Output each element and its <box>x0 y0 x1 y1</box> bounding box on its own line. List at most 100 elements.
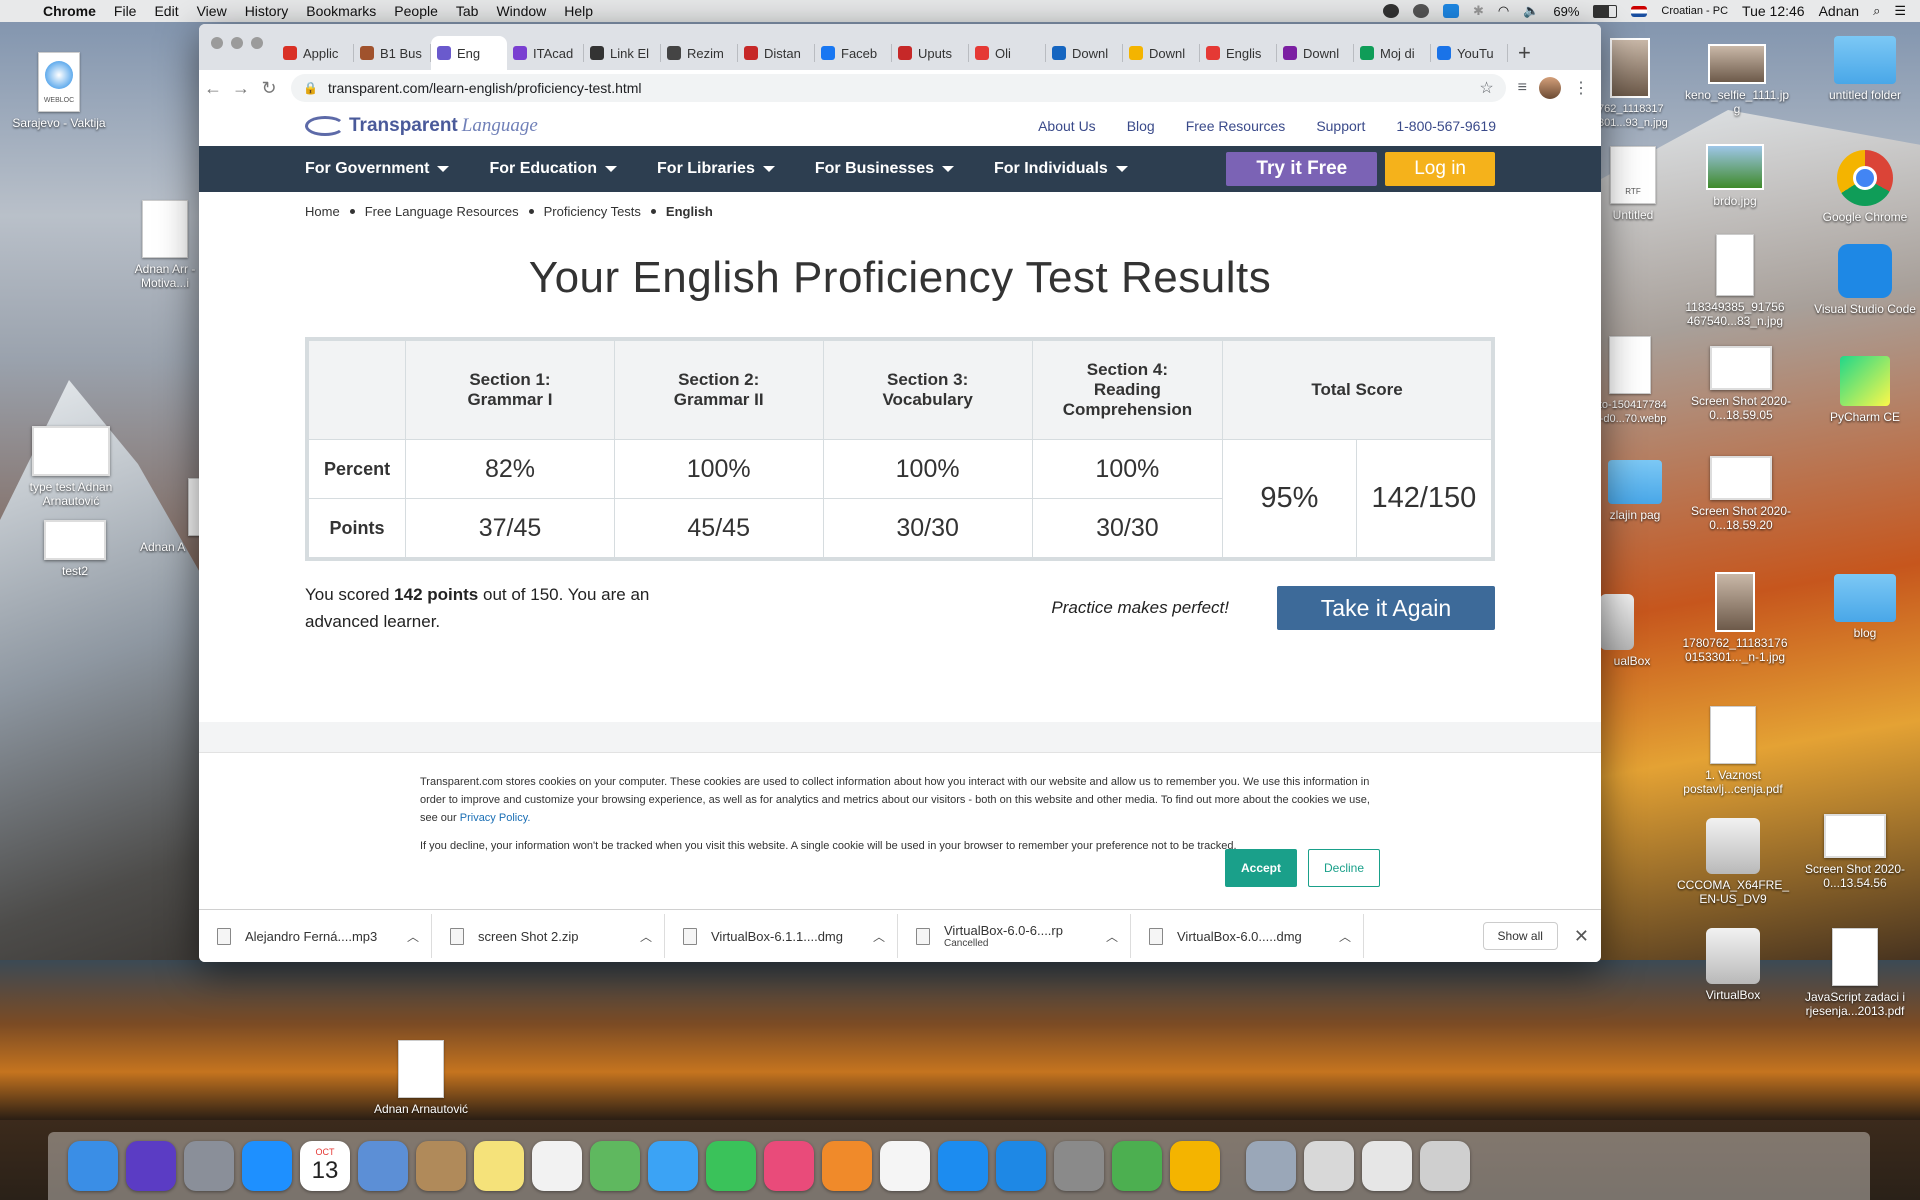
dock-preview-icon[interactable] <box>358 1141 408 1191</box>
dock-itunes-icon[interactable] <box>764 1141 814 1191</box>
media-controls-icon[interactable]: ≡ <box>1518 79 1527 97</box>
spotlight-icon[interactable]: ⌕ <box>1873 3 1880 19</box>
tab-12[interactable]: Englis <box>1200 44 1277 62</box>
show-all-downloads-button[interactable]: Show all <box>1482 922 1558 950</box>
wifi-icon[interactable]: ◠ <box>1498 3 1509 19</box>
menu-edit[interactable]: Edit <box>145 3 187 19</box>
tab-0[interactable]: Applic <box>277 44 354 62</box>
nav-for-government[interactable]: For Government <box>305 160 450 178</box>
tab-4[interactable]: Link El <box>584 44 661 62</box>
dock-screen-shots-icon[interactable] <box>1362 1141 1412 1191</box>
tab-3[interactable]: ITAcad <box>507 44 584 62</box>
tab-15[interactable]: YouTu <box>1431 44 1508 62</box>
desktop-icon-cccoma[interactable]: CCCOMA_X64FRE_ EN-US_DV9 <box>1668 818 1798 906</box>
desktop-icon-adnan-a[interactable]: Adnan A <box>140 478 204 554</box>
try-it-free-button[interactable]: Try it Free <box>1226 152 1378 186</box>
desktop-icon-javascript-pdf[interactable]: JavaScript zadaci i rjesenja...2013.pdf <box>1790 928 1920 1018</box>
menu-window[interactable]: Window <box>487 3 555 19</box>
input-source[interactable]: Croatian - PC <box>1661 5 1728 17</box>
tab-6[interactable]: Distan <box>738 44 815 62</box>
close-icon[interactable]: ✕ <box>1574 926 1589 947</box>
desktop-icon-keno-selfie[interactable]: keno_selfie_1111.jp g <box>1682 44 1792 116</box>
desktop-icon-vscode[interactable]: Visual Studio Code <box>1810 244 1920 316</box>
dock-image-capture-icon[interactable] <box>1246 1141 1296 1191</box>
desktop-icon-screenshot-3[interactable]: Screen Shot 2020-0...13.54.56 <box>1800 814 1910 890</box>
bookmark-star-icon[interactable]: ☆ <box>1479 78 1493 98</box>
forward-icon[interactable]: → <box>227 78 255 99</box>
dock-system-preferences-icon[interactable] <box>1054 1141 1104 1191</box>
chrome-menu-icon[interactable]: ⋮ <box>1573 78 1589 98</box>
tab-9[interactable]: Oli <box>969 44 1046 62</box>
privacy-policy-link[interactable]: Privacy Policy. <box>460 812 531 824</box>
desktop-icon-virtualbox[interactable]: VirtualBox <box>1678 928 1788 1002</box>
breadcrumb-free-resources[interactable]: Free Language Resources <box>365 204 519 219</box>
menu-history[interactable]: History <box>236 3 298 19</box>
creative-cloud-icon[interactable] <box>1382 4 1399 18</box>
tab-2[interactable]: Eng <box>431 36 507 70</box>
log-in-button[interactable]: Log in <box>1385 152 1495 186</box>
link-free-resources[interactable]: Free Resources <box>1186 118 1286 134</box>
desktop-icon-google-chrome[interactable]: Google Chrome <box>1810 150 1920 224</box>
desktop-icon-brdo[interactable]: brdo.jpg <box>1680 144 1790 208</box>
transparent-language-logo[interactable]: Transparent Language <box>305 115 538 137</box>
desktop-icon-screenshot-2[interactable]: Screen Shot 2020-0...18.59.20 <box>1686 456 1796 532</box>
minimize-window-button[interactable] <box>231 37 243 49</box>
dock-notes-icon[interactable] <box>474 1141 524 1191</box>
reload-icon[interactable]: ↻ <box>255 78 283 99</box>
lock-icon[interactable]: 🔒 <box>303 81 318 95</box>
dock-messages-icon[interactable] <box>648 1141 698 1191</box>
download-item[interactable]: Alejandro Ferná....mp3 ︿ <box>199 914 432 958</box>
zoom-window-button[interactable] <box>251 37 263 49</box>
dock-reminders-icon[interactable] <box>532 1141 582 1191</box>
dock-ibooks-icon[interactable] <box>822 1141 872 1191</box>
dock-photos-icon[interactable] <box>880 1141 930 1191</box>
menu-tab[interactable]: Tab <box>447 3 488 19</box>
link-phone[interactable]: 1-800-567-9619 <box>1396 118 1496 134</box>
volume-icon[interactable]: 🔈 <box>1523 3 1539 19</box>
link-about-us[interactable]: About Us <box>1038 118 1096 134</box>
desktop-icon-virtualbox-volume[interactable]: ualBox <box>1600 594 1664 668</box>
desktop-icon-photo-3[interactable]: 1780762_11183176 0153301..._n-1.jpg <box>1680 572 1790 664</box>
tab-10[interactable]: Downl <box>1046 44 1123 62</box>
menu-view[interactable]: View <box>188 3 236 19</box>
decline-cookies-button[interactable]: Decline <box>1308 849 1380 887</box>
desktop-icon-test2[interactable]: test2 <box>20 520 130 578</box>
accept-cookies-button[interactable]: Accept <box>1225 849 1297 887</box>
desktop-icon-screenshot-1[interactable]: Screen Shot 2020-0...18.59.05 <box>1686 346 1796 422</box>
tab-8[interactable]: Uputs <box>892 44 969 62</box>
desktop-icon-blog[interactable]: blog <box>1830 574 1900 640</box>
dock-calendar-icon[interactable]: OCT 13 <box>300 1141 350 1191</box>
tab-13[interactable]: Downl <box>1277 44 1354 62</box>
tab-1[interactable]: B1 Bus <box>354 44 431 62</box>
breadcrumb-proficiency-tests[interactable]: Proficiency Tests <box>544 204 641 219</box>
close-window-button[interactable] <box>211 37 223 49</box>
user-name[interactable]: Adnan <box>1819 3 1859 19</box>
breadcrumb-home[interactable]: Home <box>305 204 340 219</box>
tab-11[interactable]: Downl <box>1123 44 1200 62</box>
dock-facetime-icon[interactable] <box>706 1141 756 1191</box>
new-tab-button[interactable]: + <box>1518 40 1531 66</box>
chevron-up-icon[interactable]: ︿ <box>1106 928 1118 945</box>
nav-for-education[interactable]: For Education <box>489 160 618 178</box>
download-item[interactable]: VirtualBox-6.0-6....rp Cancelled ︿ <box>898 914 1131 958</box>
desktop-icon-vaktija[interactable]: WEBLOC Sarajevo - Vaktija <box>4 52 114 130</box>
dock-safari-icon[interactable] <box>242 1141 292 1191</box>
desktop-icon-pycharm[interactable]: PyCharm CE <box>1810 356 1920 424</box>
menu-people[interactable]: People <box>385 3 447 19</box>
menu-bookmarks[interactable]: Bookmarks <box>297 3 385 19</box>
download-item[interactable]: VirtualBox-6.1.1....dmg ︿ <box>665 914 898 958</box>
chevron-up-icon[interactable]: ︿ <box>873 928 885 945</box>
battery-percent[interactable]: 69% <box>1553 4 1579 19</box>
link-blog[interactable]: Blog <box>1127 118 1155 134</box>
chevron-up-icon[interactable]: ︿ <box>640 928 652 945</box>
nav-for-libraries[interactable]: For Libraries <box>657 160 775 178</box>
desktop-icon-photo-1[interactable]: 762_1118317 301...93_n.jpg <box>1598 38 1668 130</box>
tab-7[interactable]: Faceb <box>815 44 892 62</box>
nav-for-individuals[interactable]: For Individuals <box>994 160 1128 178</box>
download-item[interactable]: screen Shot 2.zip ︿ <box>432 914 665 958</box>
back-icon[interactable]: ← <box>199 78 227 99</box>
dock-launchpad-icon[interactable] <box>184 1141 234 1191</box>
dock-siri-icon[interactable] <box>126 1141 176 1191</box>
dock-trash-icon[interactable] <box>1420 1141 1470 1191</box>
chevron-up-icon[interactable]: ︿ <box>407 928 419 945</box>
